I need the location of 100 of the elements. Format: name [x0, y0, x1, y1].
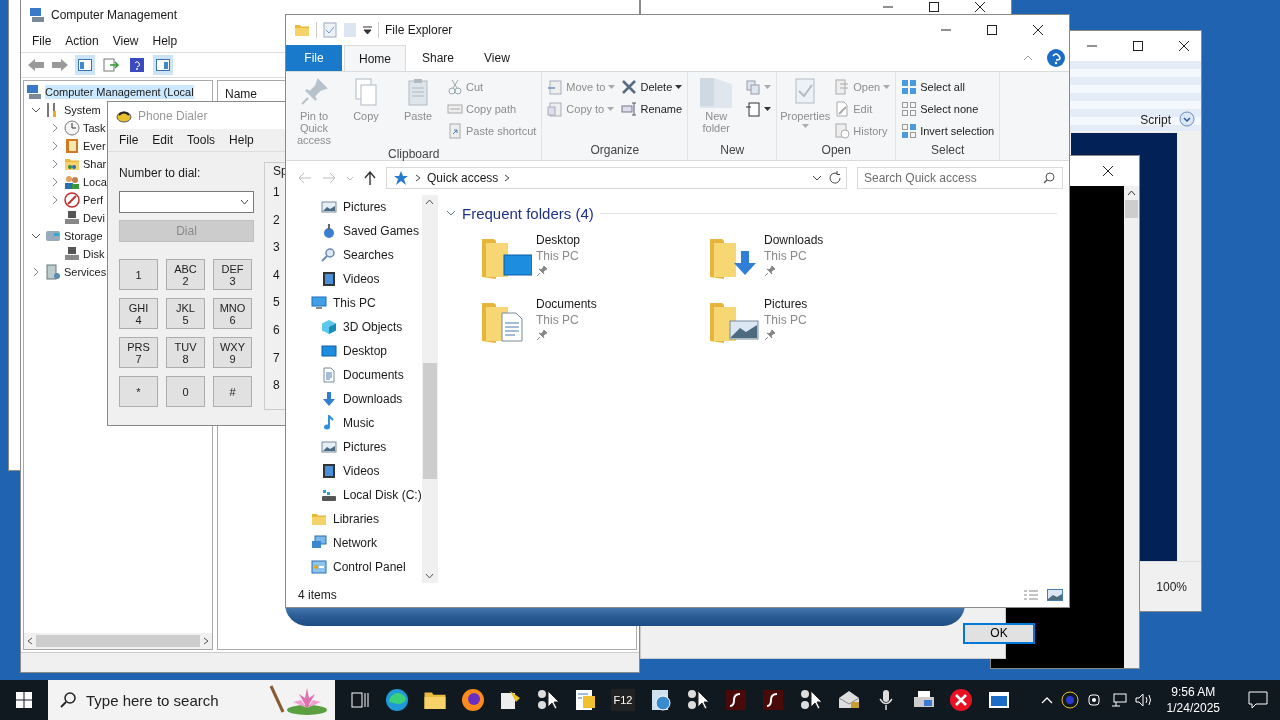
tool-icon[interactable]	[498, 688, 523, 712]
pointer-icon[interactable]	[686, 688, 711, 712]
nav-item[interactable]: Network	[333, 536, 377, 550]
nav-item[interactable]: Pictures	[343, 440, 387, 454]
breadcrumb-item[interactable]: Quick access	[427, 171, 499, 185]
caret-down-icon[interactable]	[812, 175, 822, 181]
nav-item[interactable]: Videos	[343, 464, 380, 478]
tree-item[interactable]: Shar	[83, 157, 107, 171]
nav-item[interactable]: Control Panel	[333, 560, 406, 574]
ribbon-button[interactable]: Rename	[619, 98, 685, 120]
notes-icon[interactable]	[573, 688, 598, 712]
pointer-icon[interactable]	[798, 688, 823, 712]
ribbon-tab[interactable]: Share	[408, 45, 469, 71]
chevron-circle-icon[interactable]	[1179, 111, 1195, 127]
tree-item[interactable]: Ever	[83, 139, 106, 153]
section-heading[interactable]: Frequent folders (4)	[462, 204, 594, 222]
up-arrow-icon[interactable]	[364, 171, 376, 185]
ok-button[interactable]: OK	[963, 622, 1035, 644]
scrollbar-thumb[interactable]	[1125, 200, 1138, 218]
nav-item[interactable]: Libraries	[333, 512, 380, 526]
keypad-key[interactable]: ABC 2	[166, 259, 205, 290]
taskbar-search-field[interactable]: Type here to search	[48, 680, 335, 720]
file-menu-tab[interactable]: File	[286, 45, 342, 71]
flash-icon[interactable]	[723, 688, 748, 712]
nav-item[interactable]: Local Disk (C:)	[343, 488, 422, 502]
close-icon[interactable]	[975, 2, 985, 12]
menu-item[interactable]: Action	[60, 32, 104, 50]
search-field[interactable]: Search Quick access	[857, 167, 1063, 189]
folder-name[interactable]: Desktop	[536, 233, 581, 247]
ribbon-tab[interactable]: View	[470, 45, 524, 71]
forward-arrow-icon[interactable]	[51, 58, 69, 72]
ribbon-button[interactable]: Select none	[899, 98, 997, 120]
close-icon[interactable]	[1179, 41, 1189, 51]
chevron-down-icon[interactable]	[30, 231, 42, 241]
tree-item[interactable]: Devi	[83, 211, 105, 225]
ribbon-button[interactable]: Select all	[899, 76, 997, 98]
menu-item[interactable]: File	[27, 32, 57, 50]
number-combobox[interactable]	[119, 191, 254, 213]
scroll-down-icon[interactable]	[425, 573, 435, 579]
keypad-key[interactable]: WXY 9	[213, 337, 252, 368]
help-icon[interactable]	[1047, 49, 1065, 67]
keypad-key[interactable]: *	[119, 376, 158, 407]
folder-name[interactable]: Downloads	[764, 233, 824, 247]
nav-item[interactable]: Searches	[343, 248, 394, 262]
menu-item[interactable]: Help	[224, 131, 259, 149]
menu-item[interactable]: Tools	[182, 131, 221, 149]
nav-item[interactable]: Desktop	[343, 344, 388, 358]
clock[interactable]: 9:56 AM 1/24/2025	[1160, 684, 1226, 716]
nav-item[interactable]: 3D Objects	[343, 320, 403, 334]
pointer-icon[interactable]	[535, 688, 560, 712]
keypad-key[interactable]: GHI 4	[119, 298, 158, 329]
close-icon[interactable]	[1033, 25, 1043, 35]
folder-name[interactable]: Pictures	[764, 297, 808, 311]
tree-item[interactable]: Services	[64, 265, 107, 279]
dropdown-arrow-icon[interactable]	[363, 26, 372, 34]
tree-item[interactable]: Loca	[83, 175, 107, 189]
fox-globe-icon[interactable]	[460, 688, 485, 712]
maximize-icon[interactable]	[987, 25, 997, 35]
ribbon-button[interactable]: Delete	[619, 76, 685, 98]
maximize-icon[interactable]	[1133, 41, 1143, 51]
flash-icon[interactable]	[761, 688, 786, 712]
address-bar[interactable]: Quick access	[386, 167, 847, 189]
scroll-up-icon[interactable]	[1127, 190, 1136, 196]
ribbon-button[interactable]: Invert selection	[899, 120, 997, 142]
menu-item[interactable]: View	[107, 32, 144, 50]
tree-item[interactable]: Disk	[83, 247, 105, 261]
chevron-down-icon[interactable]	[30, 105, 42, 115]
f12-app-icon[interactable]: F12	[610, 689, 635, 711]
keypad-key[interactable]: #	[213, 376, 252, 407]
browser-swirl-icon[interactable]	[385, 688, 410, 712]
large-icons-view-icon[interactable]	[1047, 589, 1063, 601]
broadcast-icon[interactable]	[1060, 691, 1079, 709]
chevron-down-icon[interactable]	[446, 209, 456, 217]
menu-item[interactable]: Help	[147, 32, 183, 50]
keypad-key[interactable]: JKL 5	[166, 298, 205, 329]
scrollbar-thumb[interactable]	[36, 635, 200, 647]
nav-item[interactable]: Pictures	[343, 200, 387, 214]
keypad-key[interactable]: DEF 3	[213, 259, 252, 290]
menu-item[interactable]: Edit	[147, 131, 179, 149]
checklist-icon[interactable]	[323, 22, 337, 38]
menu-item[interactable]: File	[114, 131, 144, 149]
scroll-left-icon[interactable]	[26, 637, 34, 645]
search-icon[interactable]	[1043, 172, 1055, 184]
nav-item[interactable]: Videos	[343, 272, 380, 286]
notification-icon[interactable]	[1248, 691, 1268, 709]
camera-icon[interactable]	[1086, 692, 1103, 708]
network-icon[interactable]	[1110, 692, 1127, 708]
tree-item[interactable]: Perf	[83, 193, 104, 207]
nav-item[interactable]: Music	[343, 416, 375, 430]
nav-item[interactable]: This PC	[333, 296, 376, 310]
nav-item[interactable]: Saved Games	[343, 224, 420, 238]
console-tree-button[interactable]	[75, 55, 95, 75]
speaker-icon[interactable]	[1134, 692, 1153, 708]
scrollbar-thumb[interactable]	[422, 363, 437, 479]
nav-item[interactable]: Documents	[343, 368, 404, 382]
export-button[interactable]	[101, 55, 121, 75]
close-icon[interactable]	[1103, 166, 1113, 176]
tree-item[interactable]: System	[64, 103, 101, 117]
help-button[interactable]	[127, 55, 147, 75]
keypad-key[interactable]: MNO 6	[213, 298, 252, 329]
